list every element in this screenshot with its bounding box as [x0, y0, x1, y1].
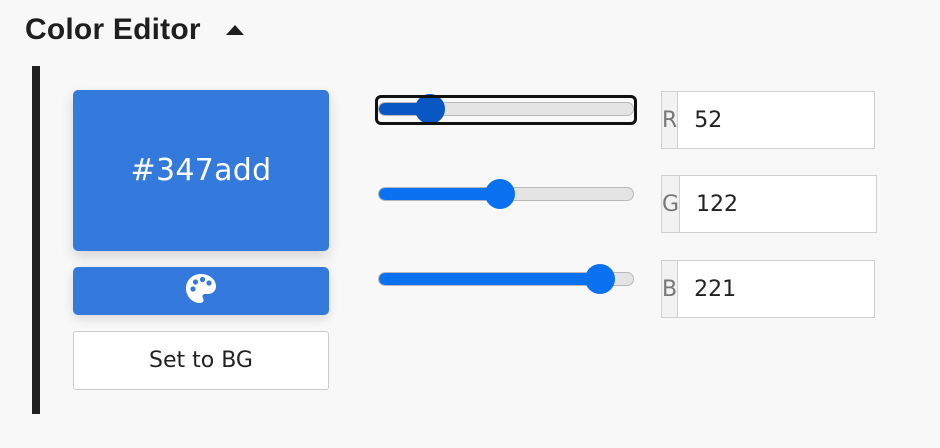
green-channel-field: G — [661, 175, 940, 233]
section-divider — [32, 66, 40, 414]
red-channel-field: R — [661, 91, 940, 149]
panel-header: Color Editor — [25, 10, 247, 50]
caret-up-icon[interactable] — [223, 18, 247, 42]
panel-title: Color Editor — [25, 13, 201, 46]
slider-fill — [379, 188, 501, 200]
blue-value-input[interactable] — [678, 261, 940, 317]
palette-button[interactable] — [73, 267, 329, 315]
blue-channel-field: B — [661, 260, 940, 318]
set-to-bg-button[interactable]: Set to BG — [73, 331, 329, 390]
slider-thumb[interactable] — [485, 179, 515, 209]
slider-thumb[interactable] — [415, 94, 445, 124]
blue-slider[interactable] — [378, 264, 634, 296]
green-value-input[interactable] — [680, 176, 940, 232]
green-slider[interactable] — [378, 179, 634, 211]
red-value-input[interactable] — [678, 92, 940, 148]
slider-thumb[interactable] — [585, 264, 615, 294]
green-channel-label: G — [662, 176, 681, 232]
color-swatch: #347add — [73, 90, 329, 251]
red-slider[interactable] — [375, 94, 637, 126]
slider-fill — [379, 273, 601, 285]
color-editor-panel: Color Editor #347add Set to BG R 52 G 12… — [0, 0, 940, 448]
blue-channel-label: B — [662, 261, 679, 317]
red-channel-label: R — [662, 92, 679, 148]
hex-value: #347add — [130, 153, 272, 188]
palette-icon — [184, 272, 218, 311]
